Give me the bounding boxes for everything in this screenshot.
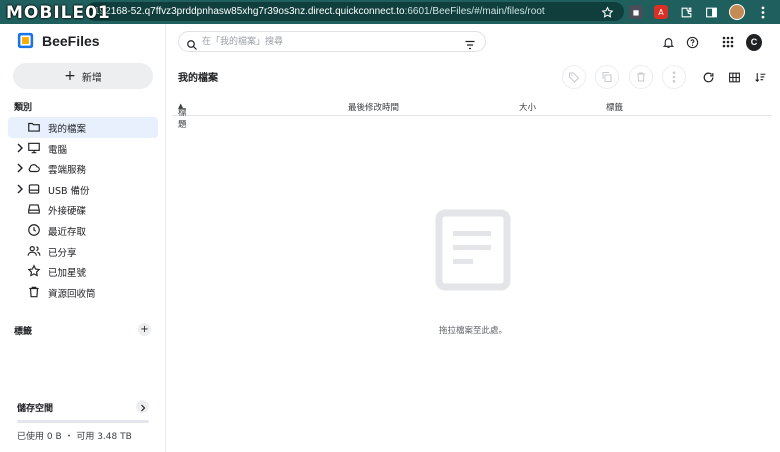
bookmark-star-icon[interactable] (601, 4, 614, 23)
browser-toolbar: MOBILE01 192168-52.q7ffvz3prddpnhasw85xh… (0, 0, 780, 24)
search-bar[interactable] (178, 31, 486, 52)
people-icon (27, 244, 41, 258)
sidebar-item-label: 我的檔案 (48, 124, 87, 135)
categories-label: 類別 (14, 103, 33, 113)
plus-icon: + (140, 324, 149, 335)
delete-button[interactable] (629, 65, 653, 89)
new-button[interactable]: + 新增 (13, 63, 153, 89)
help-icon[interactable] (684, 34, 700, 50)
chevron-right-icon (140, 397, 146, 416)
bell-icon[interactable] (660, 34, 676, 50)
sort-icon[interactable] (752, 69, 768, 85)
browser-profile-avatar[interactable] (729, 4, 745, 20)
sidebar-item-label: 已加星號 (48, 268, 87, 280)
monitor-icon (27, 141, 41, 155)
extension-icon[interactable]: ◼ (629, 5, 643, 19)
search-icon (186, 36, 198, 55)
sidebar-item-label: 外接硬碟 (48, 206, 87, 218)
sidebar-item-label: 已分享 (48, 247, 77, 259)
column-header-size[interactable]: 大小 (519, 101, 536, 113)
column-label: 標題 (178, 108, 187, 130)
empty-document-icon (435, 209, 511, 295)
sidebar-item-recycle-bin[interactable]: 資源回收筒 (8, 282, 158, 303)
sidebar-item-starred[interactable]: 已加星號 (8, 261, 158, 282)
sidebar: BeeFiles + 新增 類別 我的檔案 電腦 雲端服務 USB 備份 外接硬… (0, 24, 166, 452)
sidebar-item-label: 最近存取 (48, 226, 87, 238)
side-panel-icon[interactable] (704, 5, 718, 19)
more-vertical-icon (672, 68, 676, 87)
folder-icon (27, 120, 41, 134)
watermark-logo: MOBILE01 (6, 3, 111, 23)
column-header-modified[interactable]: 最後修改時間 (348, 101, 399, 113)
address-bar[interactable]: 192168-52.q7ffvz3prddpnhasw85xhg7r39os3n… (86, 2, 624, 21)
tag-button[interactable] (562, 65, 586, 89)
sidebar-item-recent[interactable]: 最近存取 (8, 220, 158, 241)
add-tag-button[interactable]: + (138, 323, 151, 336)
url-text: 192168-52.q7ffvz3prddpnhasw85xhg7r39os3n… (94, 6, 545, 17)
tag-icon (568, 68, 580, 87)
new-button-label: 新增 (81, 72, 102, 84)
chevron-right-icon[interactable] (16, 163, 24, 173)
user-avatar[interactable]: C (746, 33, 762, 51)
page-title: 我的檔案 (178, 73, 218, 84)
url-path: :6601/BeeFiles/#/main/files/root (404, 6, 545, 17)
pdf-extension-icon[interactable]: A (654, 5, 668, 19)
url-host: 168-52.q7ffvz3prddpnhasw85xhg7r39os3nz.d… (110, 6, 405, 17)
more-actions-button[interactable] (662, 65, 686, 89)
file-table-header: 標題 ▲ 最後修改時間 大小 標籤 (172, 96, 772, 130)
sidebar-item-usb-backup[interactable]: USB 備份 (8, 179, 158, 200)
column-header-tags[interactable]: 標籤 (606, 101, 623, 113)
avatar: C (746, 33, 762, 51)
refresh-icon[interactable] (700, 69, 716, 85)
sidebar-item-label: USB 備份 (48, 185, 90, 197)
empty-state-message: 拖拉檔案至此處。 (438, 326, 507, 336)
usb-drive-icon (27, 182, 41, 196)
storage-label: 儲存空間 (17, 404, 54, 414)
sidebar-item-label: 雲端服務 (48, 165, 87, 177)
sidebar-item-cloud-services[interactable]: 雲端服務 (8, 158, 158, 179)
chevron-right-icon[interactable] (16, 143, 24, 153)
puzzle-icon[interactable] (679, 5, 693, 19)
storage-summary: 已使用 0 B ・ 可用 3.48 TB (17, 432, 132, 442)
browser-menu-icon[interactable] (756, 5, 770, 19)
column-header-title[interactable]: 標題 ▲ (178, 101, 187, 130)
sidebar-nav: 我的檔案 電腦 雲端服務 USB 備份 外接硬碟 最近存取 已分享 已加星號 資… (8, 117, 158, 302)
sidebar-item-external-drive[interactable]: 外接硬碟 (8, 199, 158, 220)
copy-button[interactable] (595, 65, 619, 89)
external-drive-icon (27, 202, 41, 216)
beefiles-logo-icon (17, 32, 34, 49)
storage-details-button[interactable] (136, 400, 149, 413)
cloud-icon (27, 161, 41, 175)
trash-icon (27, 285, 41, 299)
filter-icon[interactable] (464, 36, 476, 55)
apps-grid-icon[interactable] (720, 34, 736, 50)
sidebar-item-label: 資源回收筒 (48, 288, 96, 300)
storage-usage-bar (17, 420, 149, 423)
grid-view-icon[interactable] (726, 69, 742, 85)
copy-icon (601, 68, 613, 87)
header-actions: C (660, 33, 780, 51)
plus-icon: + (64, 68, 76, 84)
app-name: BeeFiles (42, 32, 100, 49)
chevron-right-icon[interactable] (16, 184, 24, 194)
sidebar-item-label: 電腦 (48, 144, 68, 156)
sidebar-item-shared[interactable]: 已分享 (8, 241, 158, 262)
main-content: C 我的檔案 標題 ▲ 最後修改時間 大小 標籤 拖拉檔案至此處 (166, 24, 780, 452)
clock-icon (27, 223, 41, 237)
sidebar-item-computer[interactable]: 電腦 (8, 138, 158, 159)
search-input[interactable] (202, 34, 452, 49)
sidebar-item-my-files[interactable]: 我的檔案 (8, 117, 158, 138)
tags-label: 標籤 (14, 327, 33, 337)
trash-icon (635, 68, 647, 87)
brand[interactable]: BeeFiles (17, 32, 100, 49)
star-icon (27, 264, 41, 278)
